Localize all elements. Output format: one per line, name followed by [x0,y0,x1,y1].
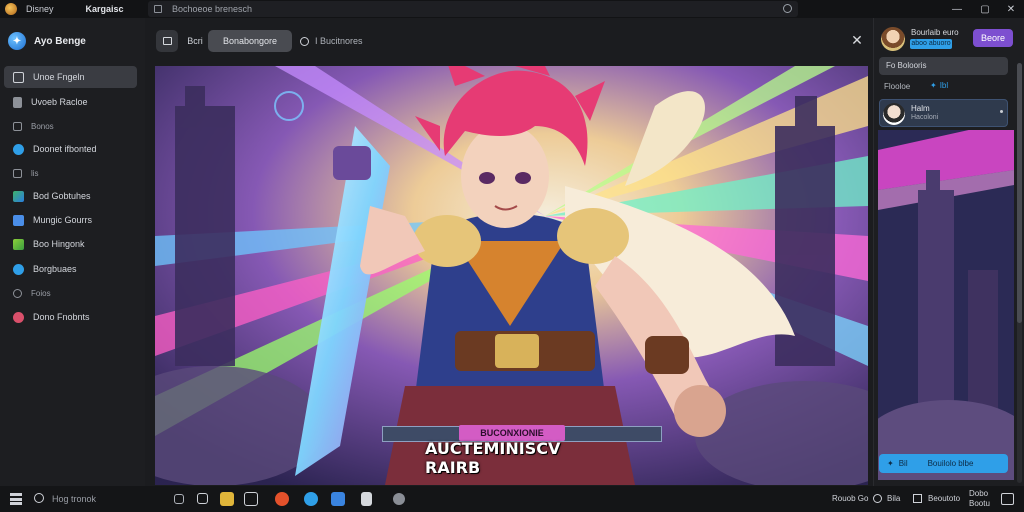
page-icon [154,5,162,13]
profile-card[interactable]: Halm Hacoloni [879,99,1008,127]
store-icon[interactable] [331,492,345,506]
sidebar-item-images[interactable]: Unoe Fngeln [4,66,137,88]
sidebar-item-documents[interactable]: Uvoeb Racloe [4,91,137,113]
widgets-icon[interactable] [197,493,208,504]
maximize-button[interactable]: ▢ [972,0,998,18]
filter-label: Flooloe [884,82,911,91]
globe-icon [13,143,24,155]
title-bar: Disney Kargaisc Bochoeoe brenesch — ▢ ✕ [0,0,1024,18]
network-icon[interactable] [913,494,922,503]
app-title: Disney [26,4,54,14]
image-icon [13,71,24,83]
primary-cta-button[interactable]: ✦ Bil Bouilolo blbe [879,454,1008,473]
artwork-image [155,66,868,485]
user-badge: aboo abuoro [910,39,952,49]
back-label[interactable]: Bcri [181,30,209,52]
scrollbar-thumb[interactable] [1017,63,1022,323]
help-icon[interactable] [873,494,882,503]
status-item[interactable]: Beoutoto [928,494,960,503]
sidebar-section-header: Foios [13,289,51,298]
status-item[interactable]: Bila [887,494,900,503]
sidebar-item-label: Borgbuaes [33,264,77,274]
task-view-icon[interactable] [174,494,184,504]
address-text: Bochoeoe brenesch [172,4,253,14]
start-icon[interactable] [10,493,22,505]
sidebar-section-header: Bonos [13,122,54,131]
sidebar-item-tasks[interactable]: Boo Hingonk [4,233,137,255]
preview-image [878,130,1014,480]
gallery-icon[interactable] [244,492,258,506]
sidebar-item-label: Mungic Gourrs [33,215,93,225]
grid-icon [13,214,24,226]
refresh-icon[interactable] [783,4,792,13]
edge-icon[interactable] [304,492,318,506]
viewer-toolbar: Bcri Bonabongore I Bucitnores ✕ [145,18,873,63]
account-select[interactable]: Fo Bolooris [879,57,1008,75]
section-icon [13,289,22,298]
taskbar: Hog tronok Rouob Go Bila Beoutoto Dobo B… [0,486,1024,512]
scrollbar[interactable] [1017,63,1022,483]
clock[interactable]: Dobo Bootu [969,489,990,509]
sidebar-item-charts[interactable]: Bod Gobtuhes [4,185,137,207]
tab-active[interactable]: Bonabongore [208,30,292,52]
sidebar-item-record[interactable]: Dono Fnobnts [4,306,137,328]
circle-icon [13,263,24,275]
sidebar-item-grid[interactable]: Mungic Gourrs [4,209,137,231]
close-icon[interactable]: ✕ [849,32,865,48]
check-icon [13,238,24,250]
search-icon[interactable] [34,493,44,503]
menu-item[interactable]: Kargaisc [86,4,124,14]
file-explorer-icon[interactable] [220,492,234,506]
sidebar-item-label: Unoe Fngeln [33,72,85,82]
user-name: Bourlaib euro [911,28,959,37]
status-item[interactable]: Rouob Go [832,494,868,503]
frame-icon [162,37,172,45]
more-icon[interactable] [1000,110,1003,113]
record-icon [13,311,24,323]
diamond-icon: ✦ [930,81,937,90]
search-button[interactable]: I Bucitnores [300,30,374,52]
back-button[interactable] [156,30,178,52]
chart-icon [13,190,24,202]
notification-icon[interactable] [1001,493,1014,505]
sidebar-section-header: lis [13,169,39,178]
sidebar-item-label: Bod Gobtuhes [33,191,91,201]
right-panel: Bourlaib euro aboo abuoro Beore Fo Boloo… [873,18,1024,486]
sidebar-item-label: Uvoeb Racloe [31,97,88,107]
search-icon [300,36,309,46]
settings-app-icon[interactable] [393,493,405,505]
sidebar-item-circle[interactable]: Borgbuaes [4,258,137,280]
card-name: Halm [911,104,930,113]
brand-logo-icon: ✦ [8,32,26,50]
sidebar-item-web[interactable]: Doonet ifbonted [4,138,137,160]
address-bar[interactable]: Bochoeoe brenesch [148,1,798,17]
artwork-caption: AUCTEMINISCV RAIRB [425,439,561,477]
action-button[interactable]: Beore [973,29,1013,47]
sidebar-item-label: Doonet ifbonted [33,144,97,154]
sparkle-icon: ✦ [887,459,894,468]
section-icon [13,169,22,178]
browser-icon[interactable] [275,492,289,506]
document-app-icon[interactable] [361,492,372,506]
filter-tag[interactable]: ✦ Ibl [930,81,948,90]
brand: ✦ Ayo Benge [8,32,86,50]
card-avatar [883,103,905,125]
preview-artwork [878,130,1014,480]
minimize-button[interactable]: — [944,0,970,18]
brand-name: Ayo Benge [34,35,86,47]
sidebar-item-label: Boo Hingonk [33,239,85,249]
search-label: I Bucitnores [315,36,363,46]
sidebar-item-label: Dono Fnobnts [33,312,90,322]
avatar[interactable] [881,27,905,51]
section-icon [13,122,22,131]
document-icon [13,96,22,108]
taskbar-search[interactable]: Hog tronok [52,494,96,504]
image-viewer[interactable]: BUCONXIONIE AUCTEMINISCV RAIRB [155,66,868,485]
app-logo-icon [5,3,17,15]
sidebar: ✦ Ayo Benge Unoe Fngeln Uvoeb Racloe Bon… [0,18,145,486]
close-window-button[interactable]: ✕ [998,0,1024,18]
card-subtitle: Hacoloni [911,114,939,121]
